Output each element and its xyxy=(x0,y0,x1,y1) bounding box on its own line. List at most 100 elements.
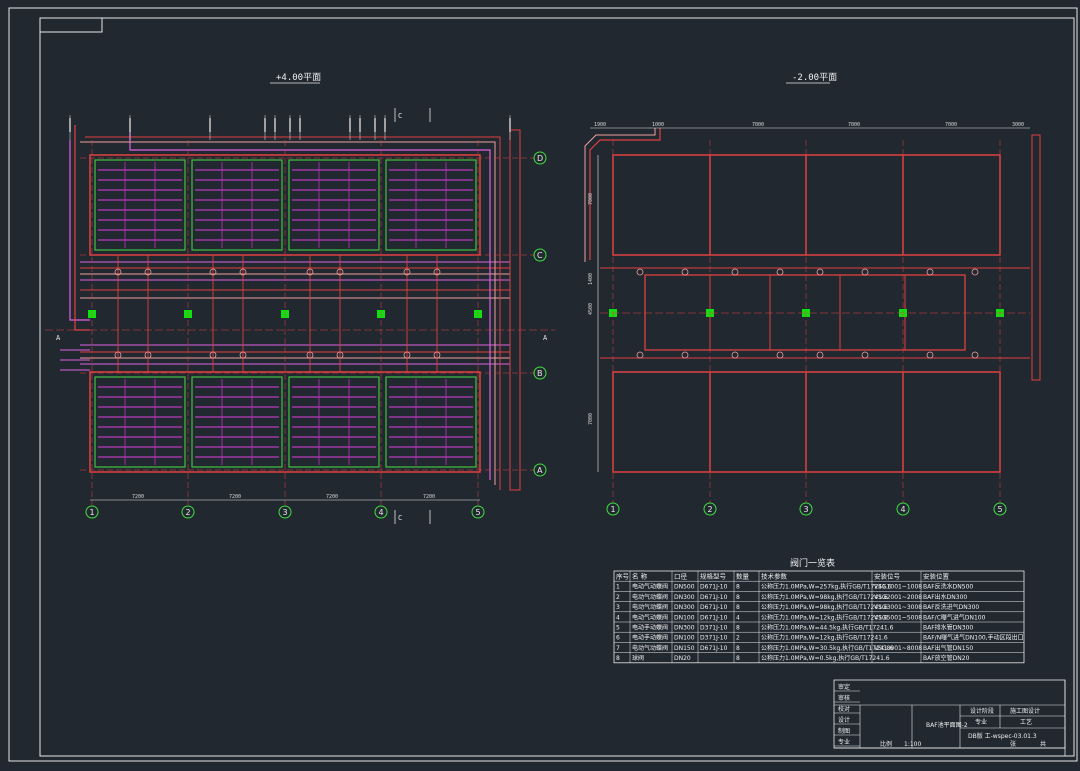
right-dim-top-3: 7000 xyxy=(752,122,764,128)
table-cell: VSG1001~1008 xyxy=(874,584,922,591)
tb-row-label: 校对 xyxy=(838,705,850,713)
right-dim-top-2: 1000 xyxy=(652,122,664,128)
table-cell: D671J-10 xyxy=(700,614,728,621)
filter-cell xyxy=(385,159,477,251)
section-mark-a-left: A xyxy=(56,334,61,342)
section-mark-a-right: A xyxy=(543,334,548,342)
valve-symbol xyxy=(926,351,934,359)
tb-drawing-no: DB版 工-wspec-03.01.3 xyxy=(968,732,1037,740)
tb-row-label: 审定 xyxy=(838,683,850,691)
table-cell: VSG3001~3008 xyxy=(874,604,922,611)
right-gallery xyxy=(584,128,1041,381)
table-cell: 公称压力1.0MPa,W=12kg,执行GB/T17241.6 xyxy=(761,634,888,642)
drawing-sheet: +4.00平面 1 2 3 4 5 D C B A 7200 7200 7200 720… xyxy=(8,7,1078,762)
grid-col-label: 1 xyxy=(611,505,616,514)
valve-table: 阀门一览表 序号名 称 口径 规格型号 数量 技术参数 安装位号 安装位置 1 电动气动蝶阀 DN… xyxy=(613,557,1025,664)
table-cell: 5 xyxy=(616,625,620,632)
valve-symbol xyxy=(776,268,784,276)
valve-symbol xyxy=(681,268,689,276)
valve-symbol xyxy=(731,268,739,276)
valve-symbol xyxy=(636,268,644,276)
section-mark-c-top: C xyxy=(398,112,402,120)
table-cell: 公称压力1.0MPa,W=98kg,执行GB/T17241.6 xyxy=(761,593,888,601)
table-cell: D371J-10 xyxy=(700,635,728,642)
table-cell: D371J-10 xyxy=(700,625,728,632)
grid-col-label: 1 xyxy=(90,508,95,517)
right-upper-tanks xyxy=(612,154,1001,256)
annotation-text-mark xyxy=(384,118,386,132)
annotation-text-mark xyxy=(349,118,351,132)
table-cell: D671J-10 xyxy=(700,645,728,652)
table-cell: D671J-10 xyxy=(700,604,728,611)
filter-cell xyxy=(191,159,283,251)
table-cell: 8 xyxy=(736,604,740,611)
right-dim-left-1: 7000 xyxy=(588,193,594,205)
left-plan-title: +4.00平面 xyxy=(276,72,321,83)
table-cell: 4 xyxy=(736,614,740,621)
table-cell: BAF/N曝气进气DN100,手动区段出口 xyxy=(923,634,1024,642)
valve-symbol xyxy=(971,351,979,359)
filter-cell xyxy=(288,376,380,468)
grid-row-label: D xyxy=(537,154,543,163)
annotation-text-mark xyxy=(509,118,511,132)
right-dim-top-5: 7000 xyxy=(945,122,957,128)
right-left-dimensions: 7000 1400 4500 7000 xyxy=(588,155,599,472)
valve-symbol xyxy=(861,268,869,276)
left-dim-4: 7200 xyxy=(423,494,435,500)
table-cell: 6 xyxy=(616,635,620,642)
left-plan: +4.00平面 1 2 3 4 5DCBA 7200 7200 7200 720… xyxy=(45,72,555,524)
cad-drawing-canvas[interactable]: +4.00平面 1 2 3 4 5 D C B A 7200 7200 7200 7200 A … xyxy=(0,0,1080,767)
tb-sheet-label: 张 xyxy=(1010,740,1016,748)
tb-row-label: 审核 xyxy=(838,694,850,702)
table-cell: 公称压力1.0MPa,W=257kg,执行GB/T17241.6 xyxy=(761,583,892,591)
tb-row-label: 制图 xyxy=(838,727,850,735)
tb-stage-value: 施工图设计 xyxy=(1010,707,1040,715)
right-dim-top-1: 1900 xyxy=(594,122,606,128)
valve-symbol xyxy=(861,351,869,359)
table-cell: D671J-10 xyxy=(700,594,728,601)
grid-col-label: 4 xyxy=(901,505,906,514)
table-cell: DN150 xyxy=(674,645,695,652)
left-grid-lines: 1 2 3 4 5 D C B A xyxy=(45,140,555,519)
right-lower-tanks xyxy=(612,371,1001,473)
valve-symbol xyxy=(731,351,739,359)
table-cell: 8 xyxy=(616,655,620,662)
annotation-text-mark xyxy=(264,118,266,132)
tb-discipline-label: 专业 xyxy=(975,718,987,726)
tb-stage-label: 设计阶段 xyxy=(970,707,994,715)
table-cell: BAF反洗进气DN300 xyxy=(923,603,979,611)
filter-cell xyxy=(385,376,477,468)
annotation-text-mark xyxy=(209,118,211,132)
annotation-text-mark xyxy=(69,118,71,132)
table-cell: DN20 xyxy=(674,655,691,662)
table-cell: 2 xyxy=(736,635,740,642)
table-cell: 7 xyxy=(616,645,620,652)
table-header-cell: 规格型号 xyxy=(700,572,727,581)
grid-col-label: 2 xyxy=(186,508,191,517)
table-header-cell: 名 称 xyxy=(632,572,648,581)
right-top-dimensions: 1900 1000 7000 7000 7000 3000 xyxy=(590,122,1030,129)
table-cell: DN500 xyxy=(674,584,695,591)
table-cell: BAF/C曝气进气DN100 xyxy=(923,613,986,621)
table-cell: 8 xyxy=(736,655,740,662)
table-cell: VSG8001~8008 xyxy=(874,645,922,652)
annotation-text-mark xyxy=(129,118,131,132)
grid-col-label: 3 xyxy=(283,508,288,517)
left-dim-1: 7200 xyxy=(132,494,144,500)
table-cell: DN300 xyxy=(674,604,695,611)
grid-row-label: A xyxy=(537,466,543,475)
annotation-text-mark xyxy=(299,118,301,132)
left-top-annotations xyxy=(69,115,511,140)
valve-symbol xyxy=(971,268,979,276)
table-header-cell: 数量 xyxy=(736,572,750,581)
grid-col-label: 2 xyxy=(708,505,713,514)
table-cell: 3 xyxy=(616,604,620,611)
table-cell: 8 xyxy=(736,584,740,591)
valve-symbol xyxy=(636,351,644,359)
table-cell: DN100 xyxy=(674,635,695,642)
annotation-text-mark xyxy=(289,118,291,132)
tb-sheets-label: 共 xyxy=(1040,740,1046,748)
grid-col-label: 5 xyxy=(476,508,481,517)
right-plan: -2.00平面 12345 1900 1000 7000 7000 7000 3… xyxy=(584,72,1041,516)
grid-row-label: B xyxy=(537,369,543,378)
